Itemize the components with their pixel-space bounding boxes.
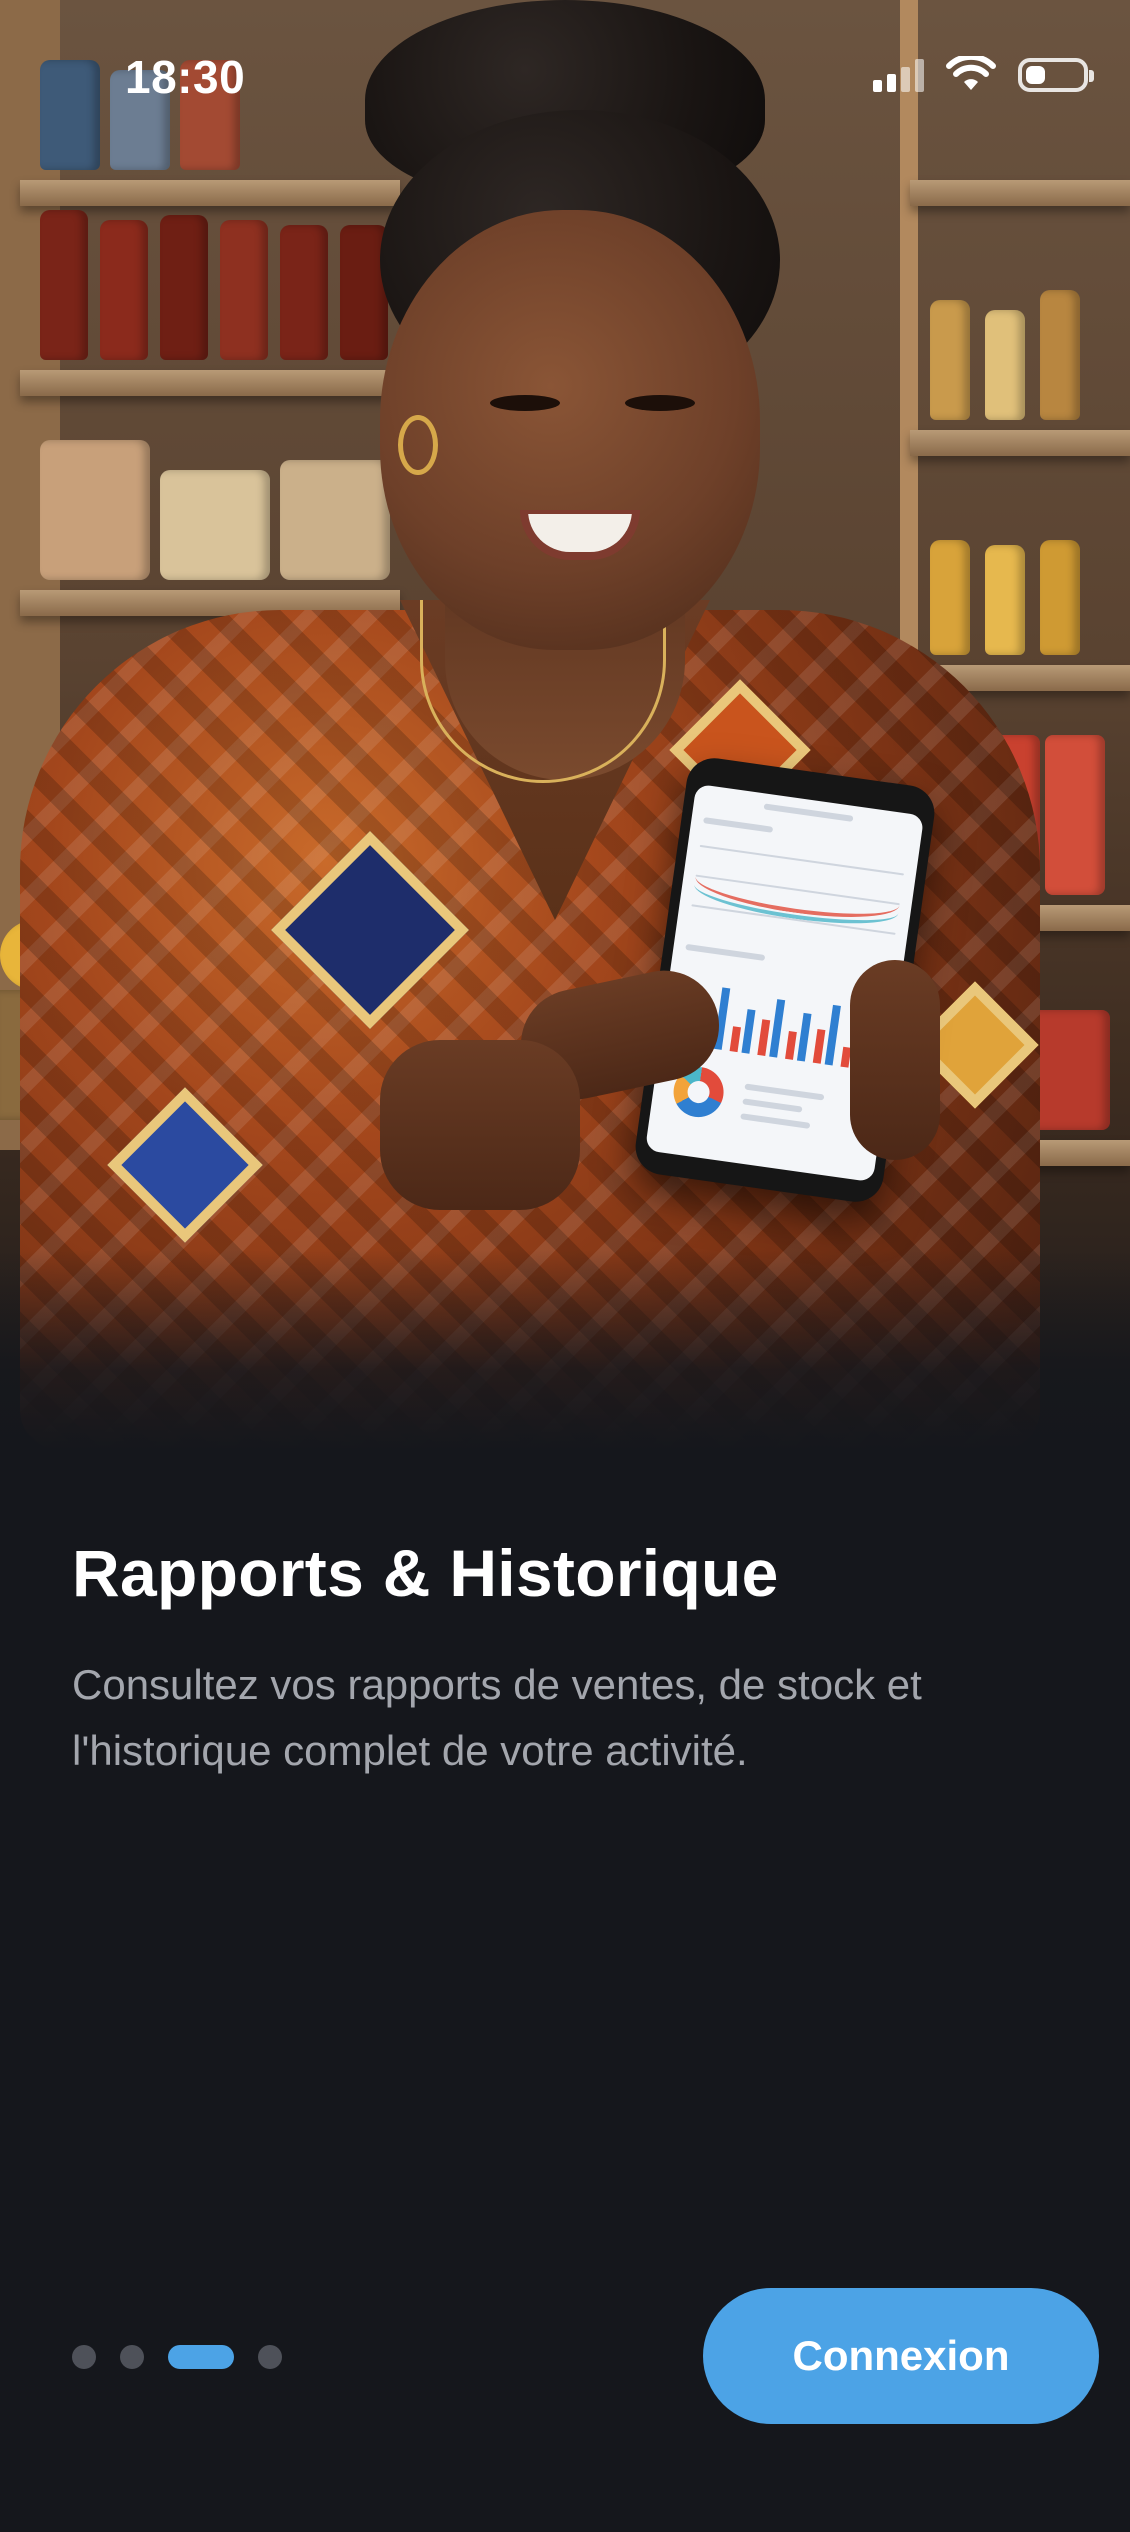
onboarding-title: Rapports & Historique: [72, 1536, 779, 1610]
page-dot[interactable]: [258, 2345, 282, 2369]
battery-icon: [1018, 58, 1094, 92]
status-icons: [873, 56, 1094, 94]
onboarding-screen: 18:30 Rapports & Historique Consultez vo…: [0, 0, 1130, 2532]
onboarding-description: Consultez vos rapports de ventes, de sto…: [72, 1661, 922, 1774]
hero-photo: [0, 0, 1130, 1450]
page-indicator: [72, 2345, 282, 2369]
battery-level: [1026, 66, 1045, 84]
page-dot-active[interactable]: [168, 2345, 234, 2369]
login-button[interactable]: Connexion: [703, 2288, 1099, 2424]
cellular-signal-icon: [873, 58, 924, 92]
page-dot[interactable]: [72, 2345, 96, 2369]
wifi-icon: [946, 56, 996, 90]
page-dot[interactable]: [120, 2345, 144, 2369]
status-time: 18:30: [125, 51, 246, 103]
